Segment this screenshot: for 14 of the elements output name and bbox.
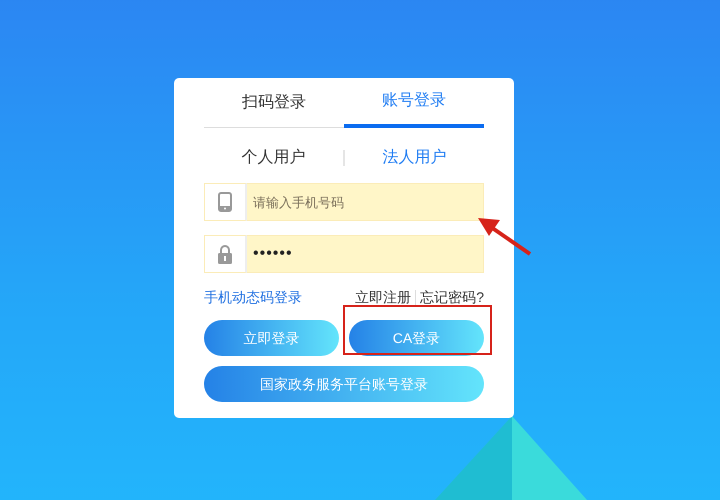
register-link[interactable]: 立即注册	[355, 287, 412, 308]
user-type-tab[interactable]: 法人用户	[345, 146, 484, 170]
user-type-tab[interactable]: 个人用户	[204, 146, 343, 170]
lock-icon	[217, 244, 233, 264]
gov-login-button[interactable]: 国家政务服务平台账号登录	[204, 366, 484, 402]
forgot-password-link[interactable]: 忘记密码?	[420, 287, 484, 308]
arrow-icon	[478, 216, 534, 258]
login-tab[interactable]: 扫码登录	[204, 78, 344, 128]
phone-icon	[218, 192, 232, 212]
password-field[interactable]: ••••••	[247, 235, 484, 273]
login-button[interactable]: 立即登录	[204, 320, 339, 356]
phone-field[interactable]: 请输入手机号码	[247, 183, 484, 221]
login-tab[interactable]: 账号登录	[344, 78, 484, 128]
sms-login-link[interactable]: 手机动态码登录	[204, 287, 302, 308]
